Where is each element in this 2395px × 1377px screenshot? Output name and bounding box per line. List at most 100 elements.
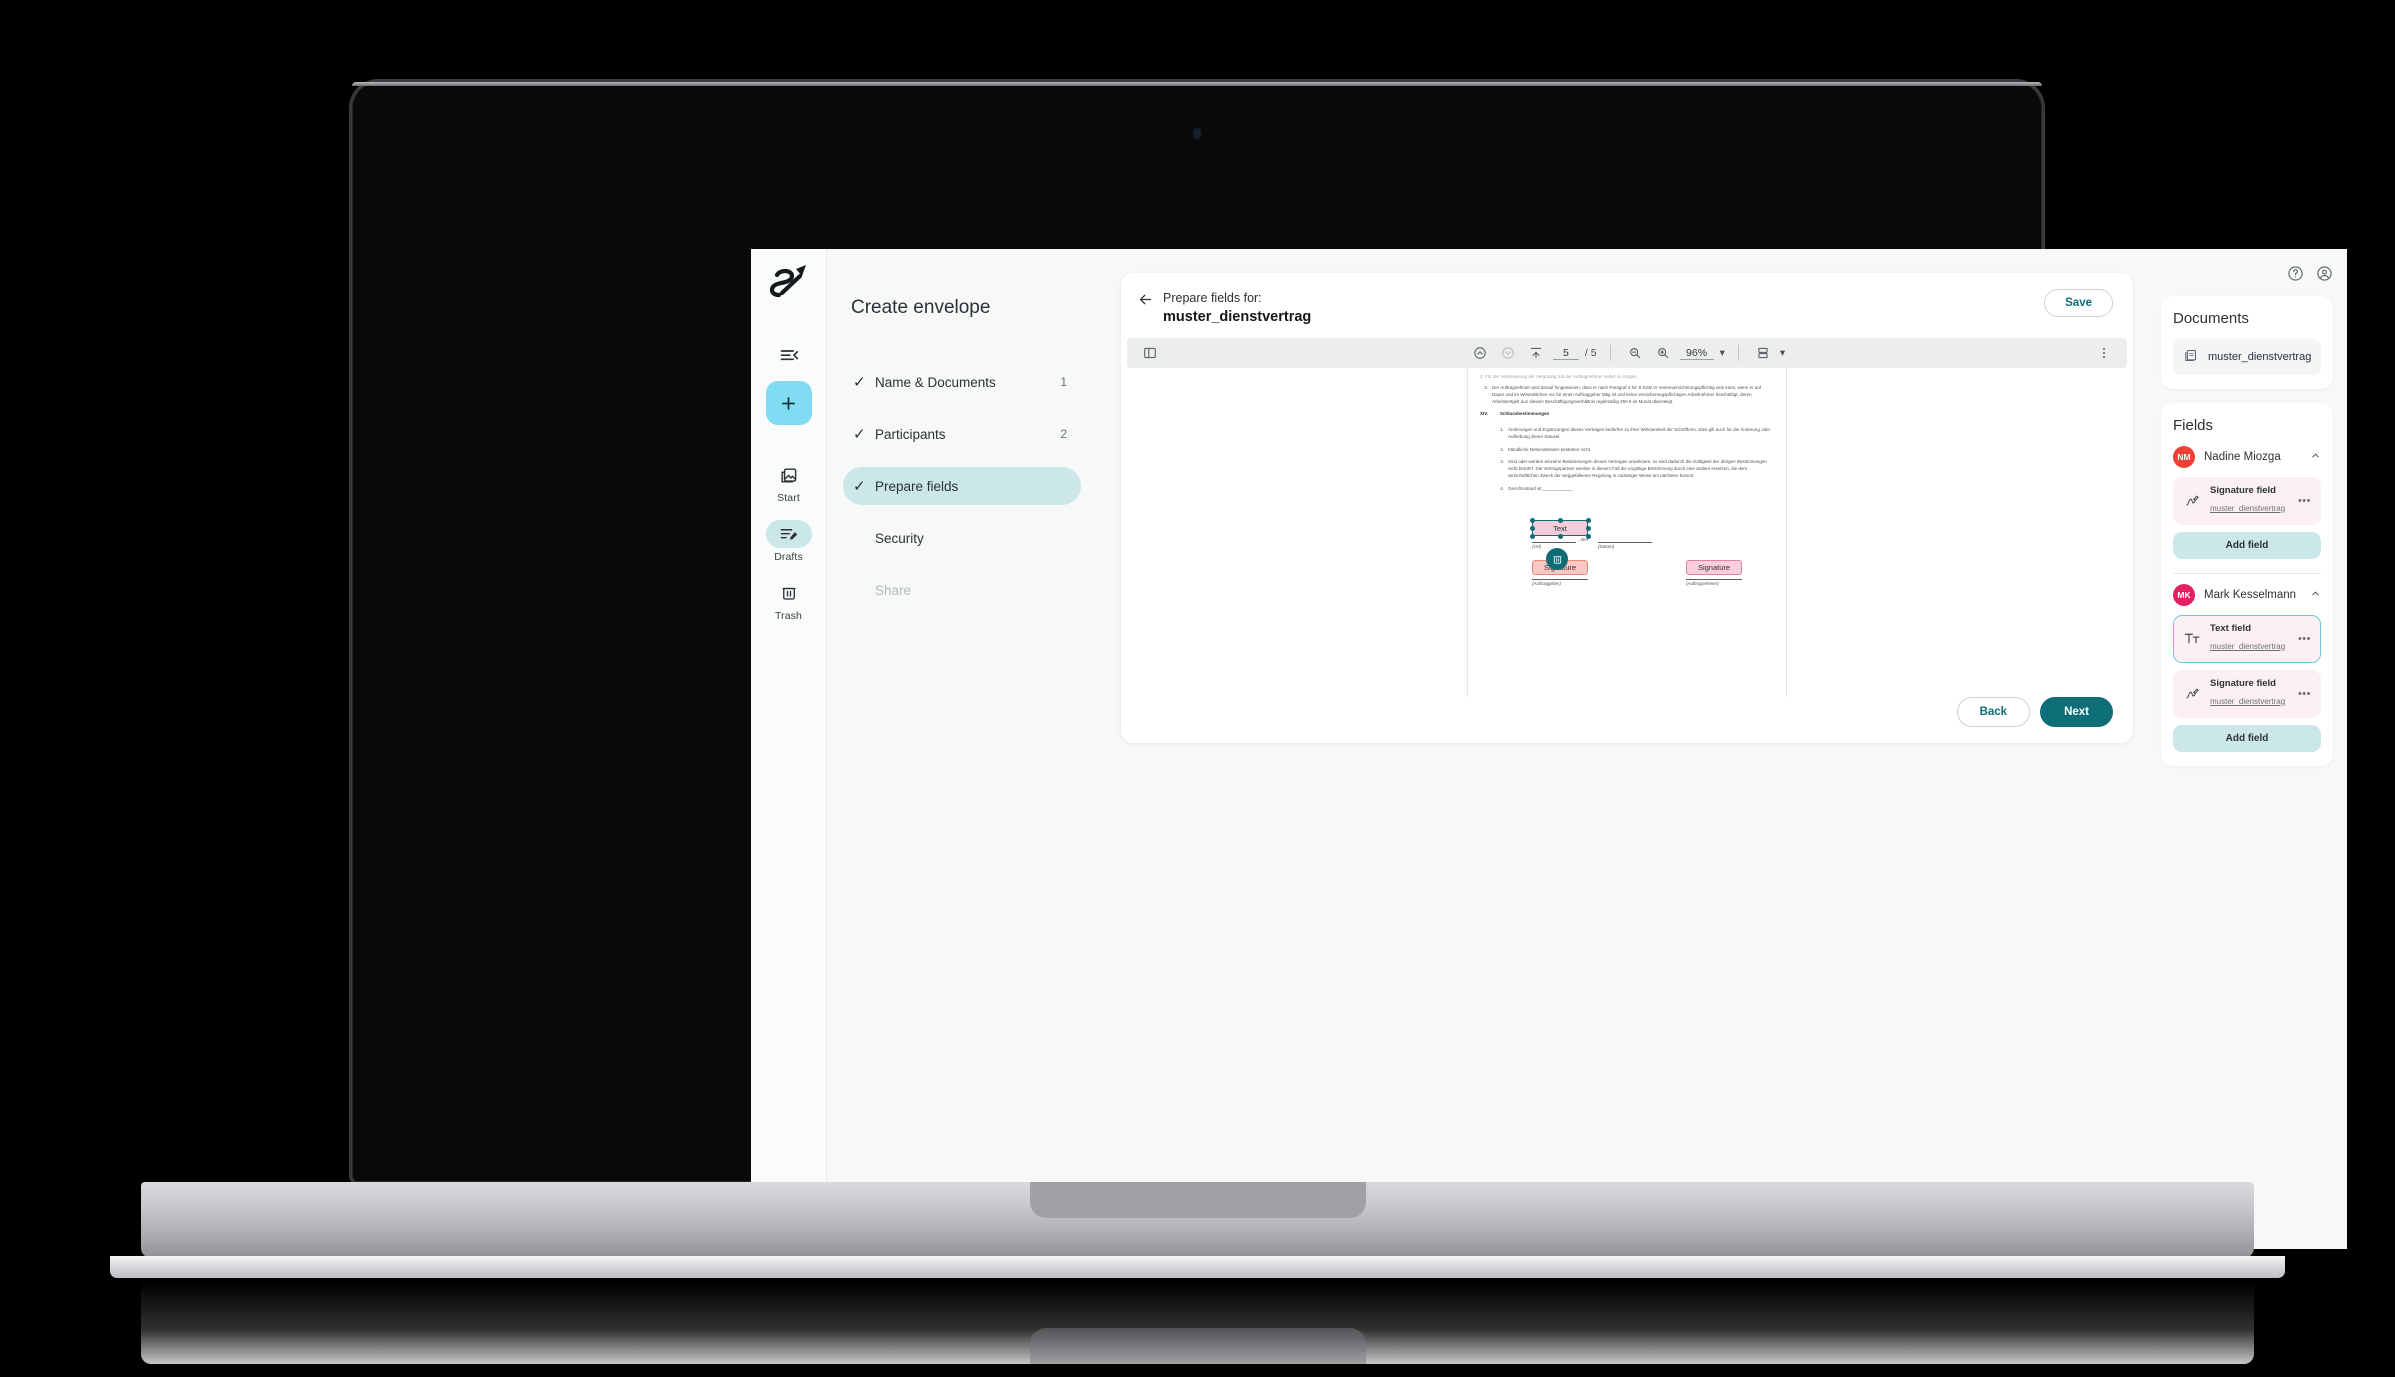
step-count: 2 (1060, 427, 1067, 441)
resize-handle-n[interactable] (1557, 517, 1563, 523)
base-notch (1029, 1182, 1366, 1218)
chevron-up-icon[interactable] (2310, 450, 2321, 464)
resize-handle-sw[interactable] (1529, 533, 1535, 539)
doc-paragraph-text: Der Auftragnehmer wird darauf hingewiese… (1492, 385, 1762, 404)
pdf-viewport[interactable]: 2. Für die Versteuerung der Vergütung ha… (1121, 368, 2133, 697)
avatar: MK (2173, 583, 2195, 606)
step-check-icon: ✓ (853, 426, 866, 443)
participant-header-mark-kesselmann[interactable]: MK Mark Kesselmann (2173, 583, 2321, 606)
reflection-notch (1029, 1328, 1366, 1364)
resize-handle-ne[interactable] (1585, 517, 1591, 523)
card-footer: Back Next (1121, 697, 2133, 743)
create-new-button[interactable] (765, 381, 812, 425)
text-tt-icon (2183, 630, 2201, 647)
next-button[interactable]: Next (2040, 697, 2113, 727)
zoom-in-icon[interactable] (1652, 342, 1674, 364)
datum-rule (1598, 542, 1652, 544)
document-name: muster_dienstvertrag (2208, 351, 2312, 363)
chevron-up-icon[interactable] (2310, 588, 2321, 602)
layout-dropdown-caret-icon[interactable]: ▾ (1780, 347, 1785, 359)
step-label: Share (875, 582, 912, 598)
documents-heading: Documents (2173, 310, 2249, 327)
zoom-dropdown-caret-icon[interactable]: ▾ (1720, 347, 1725, 359)
help-circle-icon[interactable] (2287, 265, 2304, 282)
participant-name: Mark Kesselmann (2204, 588, 2297, 601)
zoom-level-input[interactable]: 96% (1679, 347, 1714, 360)
avatar: NM (2173, 446, 2195, 468)
toolbar-divider-1 (1609, 345, 1611, 362)
sidebar-item-drafts[interactable]: Drafts (760, 520, 818, 563)
fit-to-top-icon[interactable] (1525, 342, 1547, 364)
field-row[interactable]: Signature field muster_dienstvertrag ••• (2173, 477, 2321, 525)
document-item[interactable]: muster_dienstvertrag (2173, 339, 2321, 375)
doc-section-item: 1. Änderungen und Ergänzungen dieses Ver… (1496, 427, 1774, 441)
overlay-signature-field-auftragnehmer[interactable]: Signature (1686, 560, 1742, 576)
page-number-input[interactable]: 5 (1552, 347, 1579, 360)
step-participants[interactable]: ✓ Participants 2 (843, 415, 1081, 453)
resize-handle-e[interactable] (1585, 525, 1591, 531)
auftragnehmer-label: (Auftragnehmer) (1686, 581, 1719, 587)
field-row[interactable]: Signature field muster_dienstvertrag ••• (2173, 669, 2321, 718)
field-more-icon[interactable]: ••• (2298, 633, 2311, 645)
doc-item-number: 3. (1500, 459, 1504, 465)
field-row[interactable]: Text field muster_dienstvertrag ••• (2173, 614, 2321, 663)
zoom-out-icon[interactable] (1624, 342, 1646, 364)
field-more-icon[interactable]: ••• (2298, 688, 2311, 700)
step-prepare-fields[interactable]: ✓ Prepare fields (843, 467, 1081, 505)
toolbar-divider-2 (1737, 345, 1739, 362)
ort-rule (1532, 542, 1576, 544)
signature-block: Text , den (Ort) (Datum) (Auftraggeber) … (1480, 510, 1774, 600)
save-button[interactable]: Save (2044, 289, 2113, 317)
step-security[interactable]: Security (843, 519, 1081, 557)
step-label: Participants (875, 426, 946, 442)
ort-label: (Ort) (1532, 544, 1542, 550)
overlay-field-label: Signature (1697, 563, 1731, 573)
collapse-sidebar-icon[interactable] (774, 343, 804, 369)
drafts-edit-icon (765, 520, 812, 548)
auftragnehmer-rule (1686, 579, 1742, 581)
field-row-text: Signature field muster_dienstvertrag (2210, 485, 2289, 517)
step-label: Prepare fields (875, 478, 959, 494)
right-panel: Documents muster_dienstvertrag Fields NM… (2155, 249, 2347, 1249)
resize-handle-w[interactable] (1529, 525, 1535, 531)
back-button[interactable]: Back (1956, 697, 2031, 727)
sidebar-item-trash[interactable]: Trash (760, 579, 818, 622)
doc-item-number: 4. (1500, 485, 1504, 491)
webcam (1193, 128, 1201, 139)
back-arrow-icon[interactable] (1137, 289, 1163, 318)
sidebar-item-start[interactable]: Start (760, 461, 818, 504)
datum-label: (Datum) (1598, 544, 1615, 550)
laptop-base (141, 1182, 2254, 1258)
resize-handle-nw[interactable] (1529, 517, 1535, 523)
prepare-fields-card: Prepare fields for: muster_dienstvertrag… (1121, 273, 2133, 743)
add-field-button-mark[interactable]: Add field (2173, 724, 2321, 752)
resize-handle-s[interactable] (1557, 533, 1563, 539)
icon-rail: Start Drafts Trash (751, 249, 827, 1249)
page-up-icon[interactable] (1469, 342, 1491, 364)
screenshot-stage: Start Drafts Trash Create envelope ✓ Nam… (0, 0, 2395, 1377)
step-name-and-documents[interactable]: ✓ Name & Documents 1 (843, 363, 1081, 401)
participant-header-nadine-miozga[interactable]: NM Nadine Miozga (2173, 446, 2321, 468)
card-title-wrap: Prepare fields for: muster_dienstvertrag (1163, 289, 2044, 328)
pdf-toolbar: 5 / 5 96% ▾ ▾ (1127, 338, 2127, 369)
account-circle-icon[interactable] (2316, 265, 2333, 282)
doc-section-roman: XIV. (1480, 411, 1489, 417)
step-share: Share (843, 571, 1081, 609)
page-layout-icon[interactable] (1752, 342, 1774, 364)
sidebar-label-start: Start (777, 492, 800, 504)
page-down-icon[interactable] (1497, 342, 1519, 364)
doc-section-heading: Schlussbestimmungen (1500, 411, 1550, 417)
panel-toggle-icon[interactable] (1139, 342, 1161, 364)
doc-item-number: 2. (1500, 446, 1504, 452)
card-header: Prepare fields for: muster_dienstvertrag… (1121, 273, 2133, 338)
add-field-button-nadine[interactable]: Add field (2173, 531, 2321, 559)
signature-s-logo[interactable] (766, 263, 812, 307)
start-image-icon (766, 461, 812, 489)
page-title: Create envelope (851, 297, 991, 318)
field-more-icon[interactable]: ••• (2298, 495, 2311, 507)
doc-item-text: Änderungen und Ergänzungen dieses Vertra… (1508, 427, 1771, 439)
signature-pen-icon (2183, 686, 2201, 701)
field-document: muster_dienstvertrag (2210, 641, 2286, 651)
laptop-lid: Start Drafts Trash Create envelope ✓ Nam… (352, 82, 2347, 1249)
more-vertical-icon[interactable] (2093, 342, 2115, 364)
